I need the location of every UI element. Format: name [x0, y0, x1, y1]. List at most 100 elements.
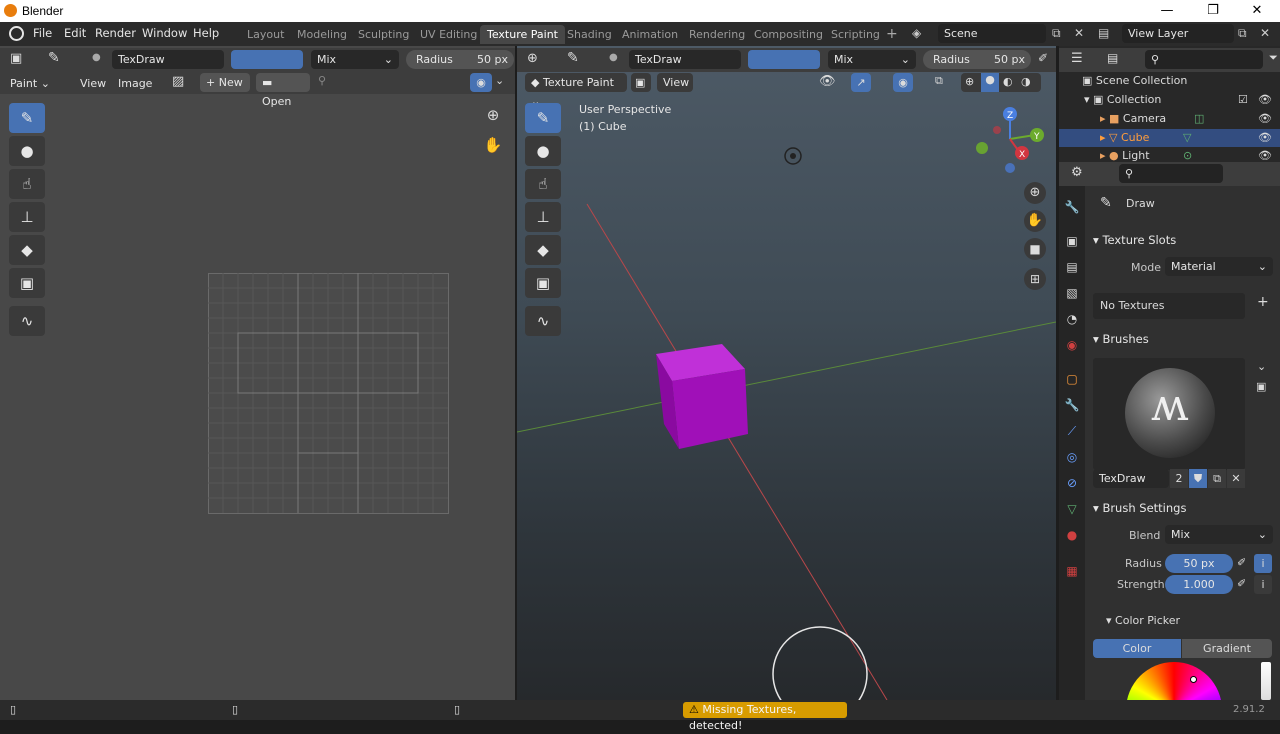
outliner-editor-type-icon[interactable]: ☰ [1071, 51, 1083, 66]
texture-tab-icon[interactable]: ▦ [1061, 560, 1083, 582]
camera-view-icon[interactable]: ■ [1024, 238, 1046, 260]
visibility-icon[interactable]: 👁 [819, 74, 836, 89]
mode-dropdown[interactable]: Paint ⌄ [10, 74, 50, 93]
color-wheel-cursor[interactable] [1190, 676, 1197, 683]
physics-tab-icon[interactable]: ◎ [1061, 446, 1083, 468]
menu-help[interactable]: Help [193, 26, 219, 40]
outliner-item-light[interactable]: ▸ ● Light [1100, 149, 1150, 163]
tab-shading[interactable]: Shading [560, 25, 619, 44]
pan-hand-icon[interactable]: ✋ [482, 134, 504, 156]
color-picker-panel[interactable]: ▾ Color Picker [1106, 614, 1180, 627]
outliner-item-cube[interactable]: ▸ ▽ Cube [1100, 131, 1149, 147]
view-layer-tab-icon[interactable]: ▧ [1061, 282, 1083, 304]
ortho-toggle-icon[interactable]: ⊞ [1024, 268, 1046, 290]
brush-blend-dropdown[interactable]: Mix ⌄ [1165, 525, 1273, 544]
close-button[interactable]: ✕ [1234, 0, 1280, 22]
new-scene-icon[interactable]: ⧉ [1052, 26, 1061, 41]
menu-image[interactable]: Image [118, 74, 152, 93]
viewport-blend-dropdown[interactable]: Mix ⌄ [828, 50, 916, 69]
tab-layout[interactable]: Layout [240, 25, 291, 44]
material-shading-icon[interactable]: ◐ [1003, 75, 1013, 88]
viewport-editor-type-icon[interactable]: ⊕ [527, 51, 538, 66]
object-tab-icon[interactable]: ▢ [1061, 368, 1083, 390]
menu-file[interactable]: File [33, 26, 52, 40]
delete-view-layer-icon[interactable]: ✕ [1260, 26, 1270, 40]
texture-slot-list[interactable]: No Textures [1093, 293, 1245, 319]
add-workspace-icon[interactable]: + [886, 26, 898, 42]
brush-preview[interactable]: ʍ [1093, 358, 1245, 470]
material-tab-icon[interactable]: ● [1061, 524, 1083, 546]
filter-icon[interactable]: ⏷ [1269, 51, 1278, 65]
tab-scripting[interactable]: Scripting [824, 25, 887, 44]
outliner-item-cube-row[interactable] [1059, 129, 1280, 147]
radius-slider[interactable]: Radius 50 px [406, 50, 514, 69]
camera-visibility-icon[interactable]: 👁 [1258, 112, 1272, 125]
tab-animation[interactable]: Animation [615, 25, 685, 44]
editor-type-icon[interactable]: ▣ [10, 51, 22, 66]
radius-unit-icon[interactable]: ⅰ [1254, 554, 1272, 573]
menu-edit[interactable]: Edit [64, 26, 86, 40]
brush-image-icon[interactable]: ▣ [1256, 380, 1266, 393]
tool-fill[interactable]: ◆ [9, 235, 45, 265]
blend-dropdown[interactable]: Mix ⌄ [311, 50, 399, 69]
outliner-scene-collection[interactable]: ▣ Scene Collection [1082, 74, 1272, 90]
navigation-gizmo[interactable]: Z Y X [970, 104, 1050, 184]
duplicate-brush-icon[interactable]: ⧉ [1208, 469, 1226, 488]
viewport-brush-icon[interactable]: ✎ [567, 50, 579, 66]
gradient-tab[interactable]: Gradient [1182, 639, 1272, 658]
scene-tab-icon[interactable]: ◔ [1061, 308, 1083, 330]
output-tab-icon[interactable]: ▤ [1061, 256, 1083, 278]
tool-tab-icon[interactable]: 🔧 [1061, 196, 1083, 218]
outliner-item-camera[interactable]: ▸ ■ Camera [1100, 112, 1166, 128]
tool-mask[interactable]: ▣ [9, 268, 45, 298]
viewport-radius-slider[interactable]: Radius 50 px [923, 50, 1031, 69]
viewport-brush-name-field[interactable]: TexDraw [629, 50, 741, 69]
menu-window[interactable]: Window [142, 26, 187, 40]
brush-datablock-name[interactable]: TexDraw [1093, 469, 1169, 488]
mesh-data-icon[interactable]: ▽ [1183, 131, 1191, 144]
modifier-tab-icon[interactable]: 🔧 [1061, 394, 1083, 416]
pressure-icon[interactable]: ✐ [1038, 51, 1048, 65]
tool-draw[interactable]: ✎ [9, 103, 45, 133]
color-swatch[interactable] [231, 50, 303, 69]
properties-editor-type-icon[interactable]: ⚙ [1071, 165, 1083, 180]
wireframe-shading-icon[interactable]: ⊕ [965, 75, 974, 88]
radius-pressure-icon[interactable]: ✐ [1237, 556, 1246, 569]
image-browse-icon[interactable]: ▨ [172, 74, 184, 89]
radius-prop-slider[interactable]: 50 px [1165, 554, 1233, 573]
view-layer-field[interactable]: View Layer [1122, 24, 1234, 43]
delete-scene-icon[interactable]: ✕ [1074, 26, 1084, 40]
tab-sculpting[interactable]: Sculpting [351, 25, 416, 44]
color-wheel[interactable] [1126, 662, 1222, 700]
tab-texture-paint[interactable]: Texture Paint [480, 25, 565, 44]
brushes-panel[interactable]: ▾ Brushes [1093, 332, 1149, 346]
tab-rendering[interactable]: Rendering [682, 25, 752, 44]
warning-badge[interactable]: ⚠ Missing Textures, detected! [683, 702, 847, 732]
maximize-button[interactable]: ❐ [1190, 0, 1236, 22]
tool-clone[interactable]: ⊥ [9, 202, 45, 232]
menu-view[interactable]: View [80, 74, 106, 93]
zoom-icon[interactable]: ⊕ [482, 104, 504, 126]
tool-smear[interactable]: ☝ [9, 169, 45, 199]
menu-render[interactable]: Render [95, 26, 136, 40]
tab-compositing[interactable]: Compositing [747, 25, 830, 44]
brush-fake-user-icon[interactable]: ● [92, 52, 101, 63]
texture-mode-dropdown[interactable]: Material ⌄ [1165, 257, 1273, 276]
viewport-menu-view[interactable]: View [657, 73, 693, 92]
strength-pressure-icon[interactable]: ✐ [1237, 577, 1246, 590]
rendered-shading-icon[interactable]: ◑ [1021, 75, 1031, 88]
viewport-color-swatch[interactable] [748, 50, 820, 69]
scene-name-field[interactable]: Scene [938, 24, 1046, 43]
display-mode-icon[interactable]: ▤ [1107, 51, 1118, 65]
mask-toggle-icon[interactable]: ▣ [631, 73, 651, 92]
tool-annotate[interactable]: ∿ [9, 306, 45, 336]
minimize-button[interactable]: — [1144, 0, 1190, 22]
strength-lock-icon[interactable]: ⅰ [1254, 575, 1272, 594]
new-view-layer-icon[interactable]: ⧉ [1238, 26, 1247, 41]
cube-visibility-icon[interactable]: 👁 [1258, 131, 1272, 144]
world-tab-icon[interactable]: ◉ [1061, 334, 1083, 356]
strength-prop-slider[interactable]: 1.000 [1165, 575, 1233, 594]
value-slider[interactable] [1261, 662, 1271, 700]
brush-settings-panel[interactable]: ▾ Brush Settings [1093, 501, 1186, 515]
vp-pan-icon[interactable]: ✋ [1024, 210, 1046, 232]
